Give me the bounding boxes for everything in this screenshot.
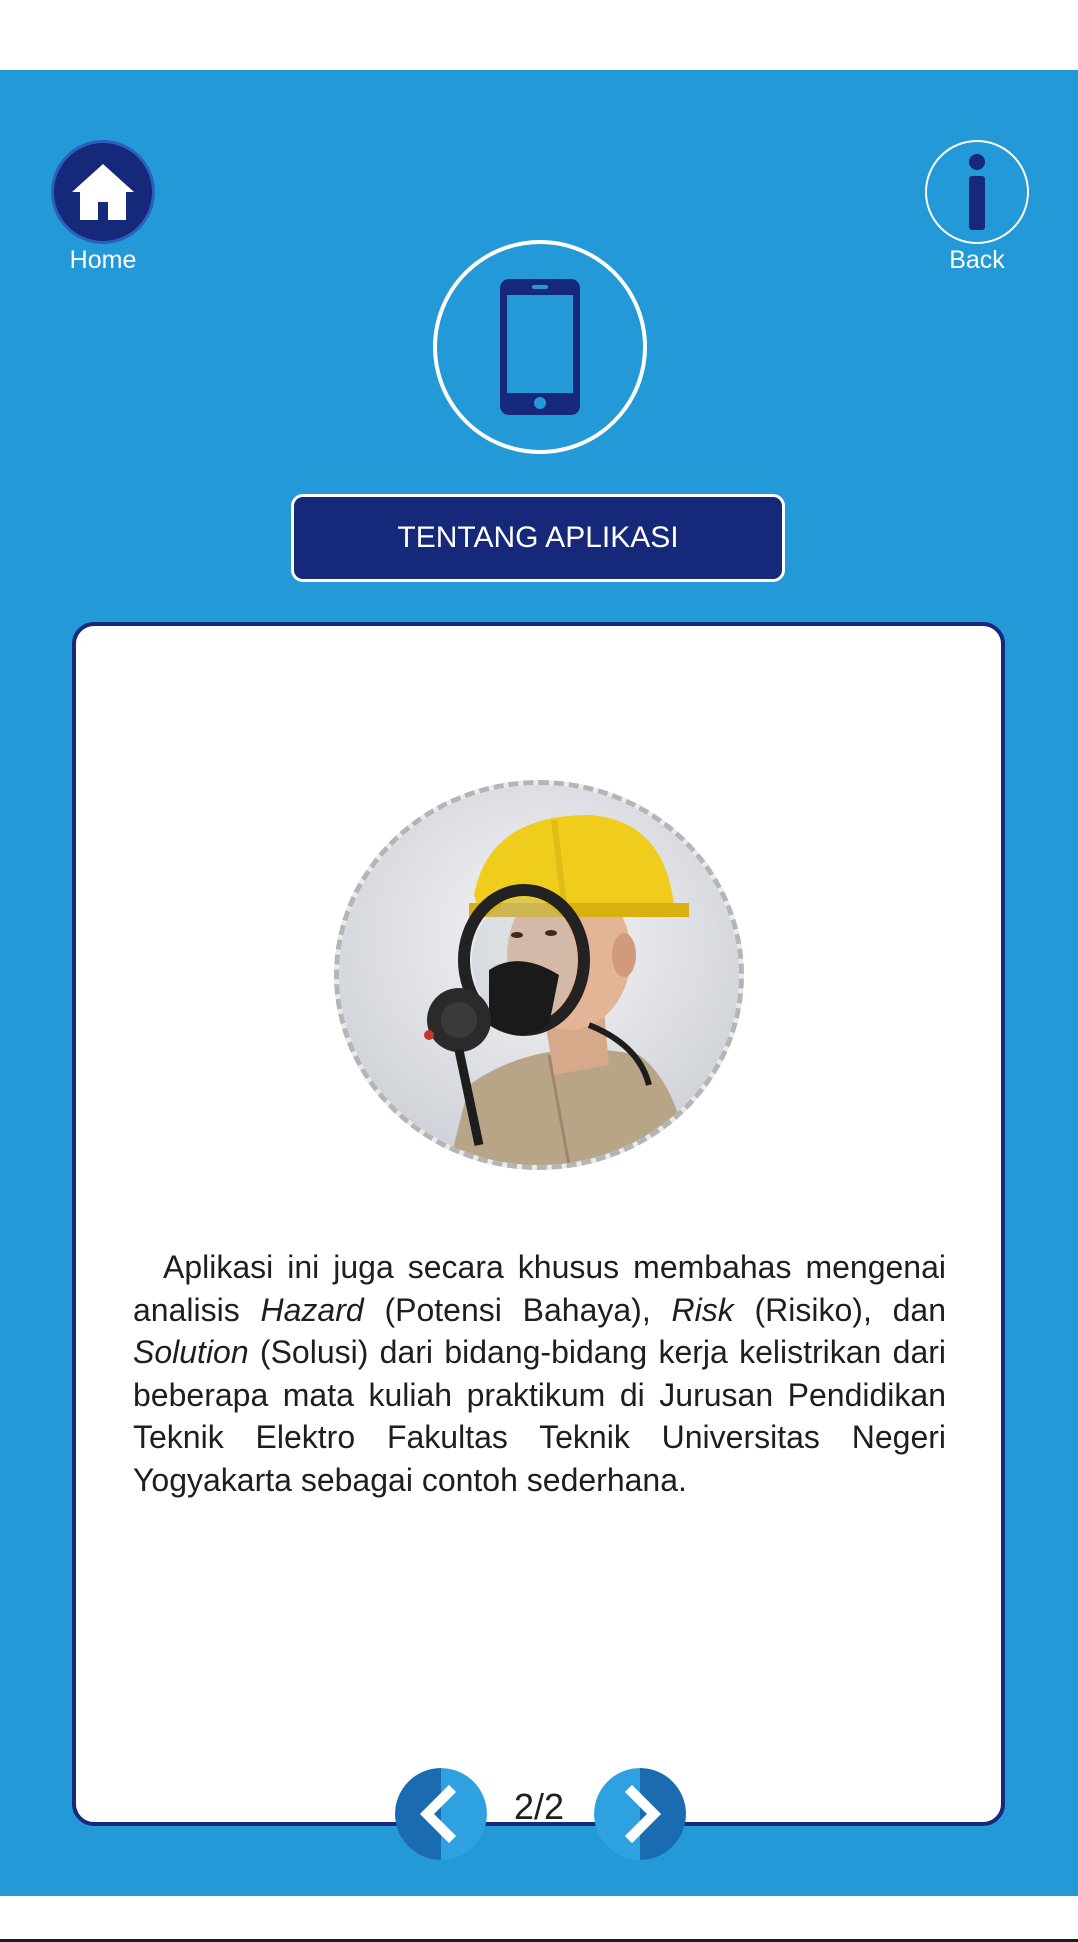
emphasized-term: Hazard	[260, 1291, 364, 1328]
emphasized-term: Solution	[133, 1334, 249, 1370]
content-card: Aplikasi ini juga secara khusus membahas…	[72, 622, 1005, 1860]
info-icon	[969, 154, 985, 230]
firefighter-photo	[334, 780, 744, 1170]
back-label: Back	[949, 246, 1005, 274]
home-button[interactable]: Home	[50, 140, 156, 275]
firefighter-illustration	[339, 785, 739, 1165]
description-paragraph: Aplikasi ini juga secara khusus membahas…	[133, 1246, 946, 1501]
home-label: Home	[69, 246, 137, 274]
paragraph-text: (Solusi) dari bidang-bidang kerja kelist…	[133, 1334, 946, 1498]
previous-page-button[interactable]	[395, 1768, 487, 1860]
page-title-button[interactable]: TENTANG APLIKASI	[291, 494, 785, 582]
header-icon-circle	[433, 240, 647, 454]
next-page-button[interactable]	[594, 1768, 686, 1860]
page-title: TENTANG APLIKASI	[397, 521, 679, 554]
paragraph-text: (Risiko), dan	[733, 1291, 947, 1328]
smartphone-icon	[500, 279, 580, 415]
bottom-bar	[0, 1896, 1078, 1942]
home-icon	[72, 164, 134, 220]
emphasized-term: Risk	[671, 1291, 734, 1328]
back-button[interactable]: Back	[924, 140, 1030, 275]
home-button-circle[interactable]	[51, 140, 155, 244]
page-indicator: 2/2	[513, 1786, 565, 1827]
paragraph-text: (Potensi Bahaya),	[363, 1291, 672, 1328]
chevron-right-icon	[594, 1768, 686, 1860]
app-screen: Home Back TENTANG APLIKASI Aplikasi ini …	[0, 70, 1078, 1896]
chevron-left-icon	[395, 1768, 487, 1860]
back-button-circle[interactable]	[925, 140, 1029, 244]
pagination: 2/2	[76, 1768, 1001, 1864]
